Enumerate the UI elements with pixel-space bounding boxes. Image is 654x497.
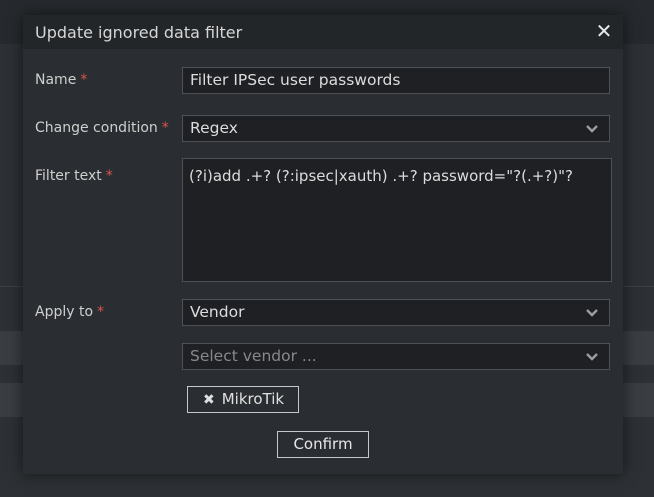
update-filter-dialog: Update ignored data filter ✕ Name * Filte… bbox=[23, 15, 623, 474]
dialog-body: Name * Filter IPSec user passwords Change… bbox=[23, 49, 623, 474]
required-mark: * bbox=[80, 72, 88, 88]
chevron-down-icon bbox=[586, 353, 598, 361]
filter-text-value: (?i)add .+? (?:ipsec|xauth) .+? password… bbox=[189, 167, 573, 185]
required-mark: * bbox=[97, 304, 105, 320]
apply-to-label: Apply to * bbox=[35, 304, 104, 320]
apply-to-value: Vendor bbox=[190, 303, 245, 321]
filter-text-label: Filter text * bbox=[35, 168, 113, 184]
required-mark: * bbox=[161, 120, 169, 136]
dialog-header: Update ignored data filter ✕ bbox=[23, 15, 623, 49]
close-icon[interactable]: ✕ bbox=[594, 19, 614, 43]
change-condition-value: Regex bbox=[190, 119, 238, 137]
filter-text-label-text: Filter text bbox=[35, 168, 102, 184]
vendor-select[interactable]: Select vendor ... bbox=[182, 343, 610, 370]
change-condition-select[interactable]: Regex bbox=[182, 115, 610, 142]
change-condition-label-text: Change condition bbox=[35, 120, 158, 136]
filter-text-textarea[interactable]: (?i)add .+? (?:ipsec|xauth) .+? password… bbox=[182, 158, 612, 282]
name-input[interactable]: Filter IPSec user passwords bbox=[182, 67, 610, 94]
vendor-tag-label: MikroTik bbox=[221, 390, 285, 408]
chevron-down-icon bbox=[586, 125, 598, 133]
vendor-tag-mikrotik[interactable]: ✖ MikroTik bbox=[187, 386, 300, 413]
vendor-select-placeholder: Select vendor ... bbox=[190, 347, 317, 365]
name-input-value: Filter IPSec user passwords bbox=[190, 71, 401, 89]
apply-to-select[interactable]: Vendor bbox=[182, 299, 610, 326]
confirm-button[interactable]: Confirm bbox=[277, 431, 369, 458]
required-mark: * bbox=[105, 168, 113, 184]
apply-to-label-text: Apply to bbox=[35, 304, 94, 320]
change-condition-label: Change condition * bbox=[35, 120, 169, 136]
name-label-text: Name bbox=[35, 72, 77, 88]
dialog-title: Update ignored data filter bbox=[35, 23, 243, 42]
remove-tag-icon[interactable]: ✖ bbox=[203, 392, 215, 408]
name-label: Name * bbox=[35, 72, 87, 88]
chevron-down-icon bbox=[586, 309, 598, 317]
